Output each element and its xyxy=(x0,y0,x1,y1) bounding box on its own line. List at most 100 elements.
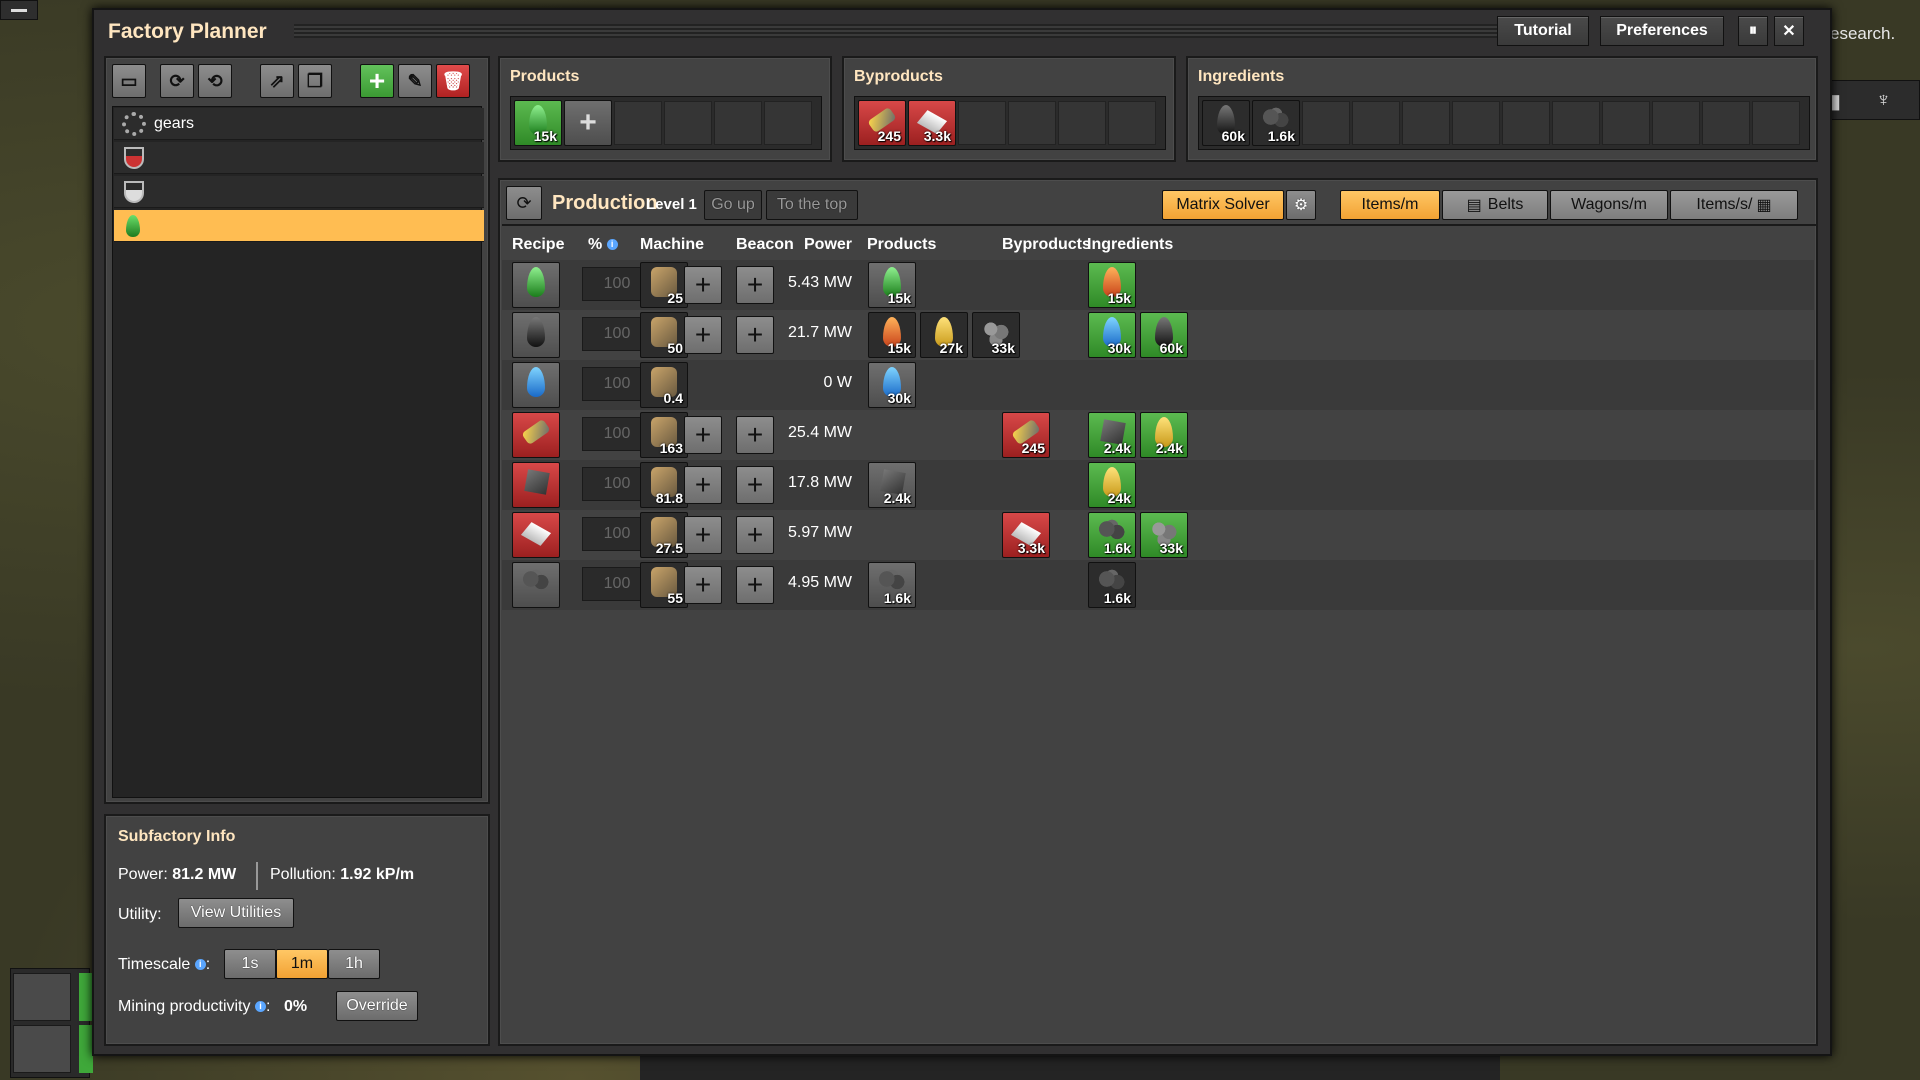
ingredient-item[interactable]: 24k xyxy=(1088,462,1136,508)
armor-slot[interactable] xyxy=(13,1025,71,1073)
preferences-button[interactable]: Preferences xyxy=(1600,16,1724,46)
solver-settings-button[interactable]: ⚙ xyxy=(1286,190,1316,220)
add-product-button[interactable]: + xyxy=(564,100,612,146)
unit-belts-button[interactable]: ▤ Belts xyxy=(1442,190,1548,220)
ingredients-slots: 60k 1.6k xyxy=(1198,96,1810,150)
percent-header: % i xyxy=(588,236,618,254)
tutorial-button[interactable]: Tutorial xyxy=(1497,16,1589,46)
gear-icon: ⚙ xyxy=(1293,197,1309,214)
subfactory-panel: ▭ ⟳ ⟲ ⇗ ❐ + ✎ 🗑 gears xyxy=(104,56,490,804)
product-item[interactable]: 15k xyxy=(868,262,916,308)
view-utilities-button[interactable]: View Utilities xyxy=(178,898,294,928)
gear-icon xyxy=(122,111,146,136)
production-title: Production xyxy=(552,192,658,214)
product-item[interactable]: 27k xyxy=(920,312,968,358)
product-item[interactable]: 15k xyxy=(868,312,916,358)
subfactory-item-gears[interactable]: gears xyxy=(114,108,484,140)
ingredient-item[interactable]: 2.4k xyxy=(1140,412,1188,458)
ingredients-item[interactable]: 60k xyxy=(1202,100,1250,146)
byproducts-item[interactable]: 3.3k xyxy=(908,100,956,146)
subfactory-item-red-science[interactable] xyxy=(114,142,484,174)
item-count: 33k xyxy=(1159,540,1183,556)
duplicate-button[interactable]: ❐ xyxy=(298,64,332,98)
timescale-1m-button[interactable]: 1m xyxy=(276,949,328,979)
machine-button[interactable]: 27.5 xyxy=(640,512,688,558)
export-button[interactable]: ⟲ xyxy=(198,64,232,98)
recipe-button[interactable] xyxy=(512,562,560,608)
timescale-1h-button[interactable]: 1h xyxy=(328,949,380,979)
game-menu-button[interactable] xyxy=(0,0,38,20)
recipe-button[interactable] xyxy=(512,362,560,408)
unit-items-per-min-button[interactable]: Items/m xyxy=(1340,190,1440,220)
byproduct-item[interactable]: 245 xyxy=(1002,412,1050,458)
machine-header: Machine xyxy=(640,236,705,253)
product-item[interactable]: 33k xyxy=(972,312,1020,358)
pause-button[interactable]: ⏸ xyxy=(1738,16,1768,46)
ingredient-item[interactable]: 2.4k xyxy=(1088,412,1136,458)
recipe-button[interactable] xyxy=(512,262,560,308)
recipe-button[interactable] xyxy=(512,512,560,558)
subfactory-label: gears xyxy=(154,114,195,132)
recipe-button[interactable] xyxy=(512,312,560,358)
add-module-button[interactable]: + xyxy=(684,516,722,554)
unit-wagons-button[interactable]: Wagons/m xyxy=(1550,190,1668,220)
refresh-button[interactable]: ⟳ xyxy=(506,186,542,220)
import-button[interactable]: ⟳ xyxy=(160,64,194,98)
belt-icon: ▤ xyxy=(1466,197,1482,214)
add-subfactory-button[interactable]: + xyxy=(360,64,394,98)
matrix-solver-button[interactable]: Matrix Solver xyxy=(1162,190,1284,220)
player-hud xyxy=(10,968,93,1078)
archive-button[interactable]: ▭ xyxy=(112,64,146,98)
power-value: 0 W xyxy=(823,374,852,391)
product-item[interactable]: 30k xyxy=(868,362,916,408)
override-button[interactable]: Override xyxy=(336,991,418,1021)
ingredient-item[interactable]: 30k xyxy=(1088,312,1136,358)
ingredient-item[interactable]: 15k xyxy=(1088,262,1136,308)
production-row: 100 163 + +25.4 MW 245 2.4k 2.4k xyxy=(502,410,1814,460)
empty-slot xyxy=(1752,101,1800,145)
character-portrait[interactable] xyxy=(13,973,71,1021)
timescale-1s-button[interactable]: 1s xyxy=(224,949,276,979)
drag-handle[interactable] xyxy=(294,24,1588,38)
go-up-button[interactable]: Go up xyxy=(704,190,762,220)
byproduct-item[interactable]: 3.3k xyxy=(1002,512,1050,558)
add-module-button[interactable]: + xyxy=(684,466,722,504)
add-module-button[interactable]: + xyxy=(684,416,722,454)
quickbar xyxy=(640,1055,1500,1080)
machine-button[interactable]: 0.4 xyxy=(640,362,688,408)
delete-subfactory-button[interactable]: 🗑 xyxy=(436,64,470,98)
add-module-button[interactable]: + xyxy=(684,316,722,354)
ingredients-item[interactable]: 1.6k xyxy=(1252,100,1300,146)
item-count: 60k xyxy=(1159,340,1183,356)
ingredient-item[interactable]: 1.6k xyxy=(1088,512,1136,558)
to-top-button[interactable]: To the top xyxy=(766,190,858,220)
ingredient-item[interactable]: 1.6k xyxy=(1088,562,1136,608)
add-module-button[interactable]: + xyxy=(684,266,722,304)
machine-button[interactable]: 163 xyxy=(640,412,688,458)
products-item[interactable]: 15k xyxy=(514,100,562,146)
empty-slot xyxy=(958,101,1006,145)
item-count: 50 xyxy=(667,340,683,356)
machine-button[interactable]: 25 xyxy=(640,262,688,308)
subfactory-item-white-science[interactable] xyxy=(114,176,484,208)
machine-button[interactable]: 55 xyxy=(640,562,688,608)
product-item[interactable]: 2.4k xyxy=(868,462,916,508)
drop-b-icon xyxy=(527,367,545,397)
item-count: 2.4k xyxy=(1103,440,1131,456)
add-module-button[interactable]: + xyxy=(684,566,722,604)
recipe-button[interactable] xyxy=(512,462,560,508)
shield-bar xyxy=(79,1025,93,1073)
trophy-icon[interactable]: ♆ xyxy=(1876,89,1891,112)
ingredient-item[interactable]: 33k xyxy=(1140,512,1188,558)
recipe-button[interactable] xyxy=(512,412,560,458)
machine-button[interactable]: 50 xyxy=(640,312,688,358)
open-button[interactable]: ⇗ xyxy=(260,64,294,98)
product-item[interactable]: 1.6k xyxy=(868,562,916,608)
close-button[interactable]: ✕ xyxy=(1774,16,1804,46)
edit-subfactory-button[interactable]: ✎ xyxy=(398,64,432,98)
subfactory-item-green-drop[interactable] xyxy=(114,210,484,242)
machine-button[interactable]: 81.8 xyxy=(640,462,688,508)
byproducts-item[interactable]: 245 xyxy=(858,100,906,146)
unit-items-per-sec-button[interactable]: Items/s/▦ xyxy=(1670,190,1798,220)
ingredient-item[interactable]: 60k xyxy=(1140,312,1188,358)
